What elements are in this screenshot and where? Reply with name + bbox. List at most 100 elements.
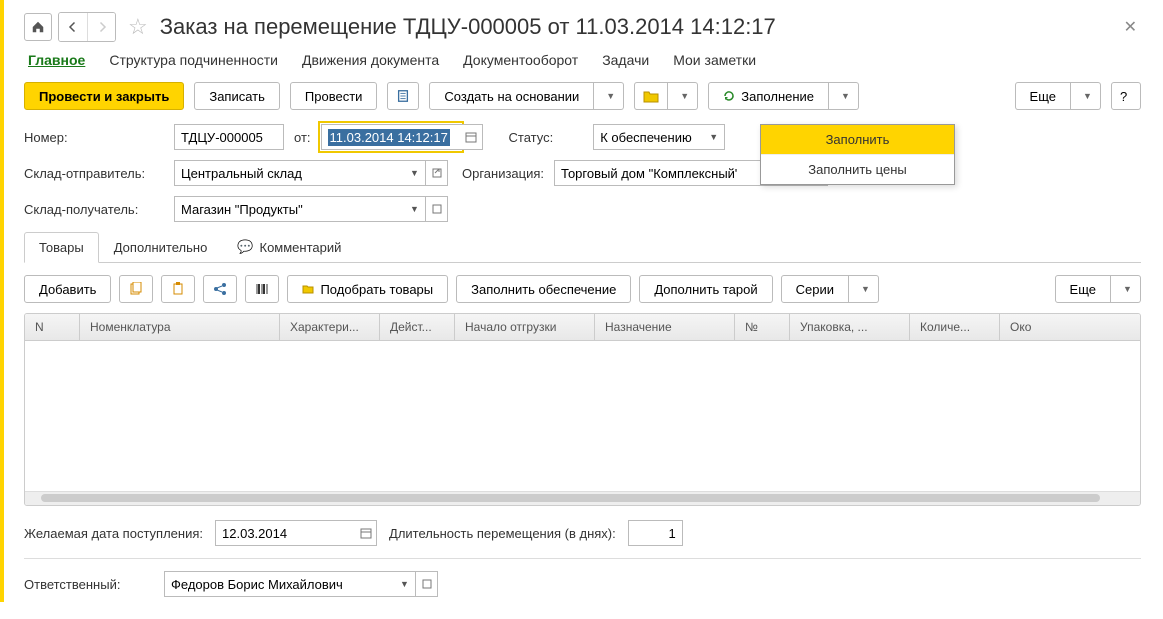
close-button[interactable]: ✕ — [1120, 13, 1141, 41]
subtab-goods-label: Товары — [39, 240, 84, 255]
add-tare-button[interactable]: Дополнить тарой — [639, 275, 772, 303]
create-based-dropdown[interactable]: ▼ — [594, 82, 624, 110]
responsible-dropdown[interactable]: ▼ — [394, 571, 416, 597]
share-button[interactable] — [203, 275, 237, 303]
back-button[interactable] — [59, 13, 87, 41]
sender-label: Склад-отправитель: — [24, 166, 164, 181]
post-button[interactable]: Провести — [290, 82, 378, 110]
forward-button[interactable] — [87, 13, 115, 41]
add-row-button[interactable]: Добавить — [24, 275, 111, 303]
desired-date-field[interactable] — [215, 520, 355, 546]
sender-input[interactable] — [181, 161, 357, 185]
scroll-thumb[interactable] — [41, 494, 1100, 502]
col-num[interactable]: № — [735, 314, 790, 340]
status-dropdown-button[interactable]: ▼ — [703, 124, 725, 150]
sender-dropdown[interactable]: ▼ — [404, 160, 426, 186]
post-and-close-button[interactable]: Провести и закрыть — [24, 82, 184, 110]
col-characteristic[interactable]: Характери... — [280, 314, 380, 340]
attach-dropdown[interactable]: ▼ — [668, 82, 698, 110]
subtab-additional[interactable]: Дополнительно — [99, 232, 223, 262]
subtab-comment[interactable]: 💬 Комментарий — [222, 232, 356, 262]
subtab-additional-label: Дополнительно — [114, 240, 208, 255]
date-field[interactable]: 11.03.2014 14:12:17 — [321, 124, 461, 150]
number-field[interactable] — [174, 124, 284, 150]
tab-notes[interactable]: Мои заметки — [673, 52, 756, 68]
create-based-button[interactable]: Создать на основании — [429, 82, 594, 110]
tab-workflow[interactable]: Документооборот — [463, 52, 578, 68]
copy-button[interactable] — [119, 275, 153, 303]
open-icon — [432, 204, 442, 214]
open-icon — [422, 579, 432, 589]
status-field[interactable] — [593, 124, 703, 150]
document-title: Заказ на перемещение ТДЦУ-000005 от 11.0… — [160, 14, 776, 40]
status-label: Статус: — [509, 130, 554, 145]
col-packaging[interactable]: Упаковка, ... — [790, 314, 910, 340]
duration-label: Длительность перемещения (в днях): — [389, 526, 616, 541]
tab-hierarchy[interactable]: Структура подчиненности — [109, 52, 278, 68]
calendar-icon — [465, 131, 477, 143]
sub-more-dropdown[interactable]: ▼ — [1111, 275, 1141, 303]
write-button[interactable]: Записать — [194, 82, 280, 110]
receiver-open[interactable] — [426, 196, 448, 222]
table-body-empty[interactable] — [25, 341, 1140, 491]
col-nomenclature[interactable]: Номенклатура — [80, 314, 280, 340]
tab-tasks[interactable]: Задачи — [602, 52, 649, 68]
col-n[interactable]: N — [25, 314, 80, 340]
barcode-button[interactable] — [245, 275, 279, 303]
arrow-right-icon — [96, 21, 108, 33]
calendar-icon — [360, 527, 372, 539]
receiver-dropdown[interactable]: ▼ — [404, 196, 426, 222]
menu-fill-prices[interactable]: Заполнить цены — [761, 154, 954, 184]
responsible-field[interactable] — [164, 571, 394, 597]
col-designation[interactable]: Назначение — [595, 314, 735, 340]
col-action[interactable]: Дейст... — [380, 314, 455, 340]
favorite-star-icon[interactable]: ☆ — [128, 14, 148, 40]
desired-calendar-button[interactable] — [355, 520, 377, 546]
org-input[interactable] — [561, 161, 737, 185]
sender-open[interactable] — [426, 160, 448, 186]
calendar-button[interactable] — [461, 124, 483, 150]
col-ship-start[interactable]: Начало отгрузки — [455, 314, 595, 340]
help-button[interactable]: ? — [1111, 82, 1141, 110]
more-dropdown[interactable]: ▼ — [1071, 82, 1101, 110]
report-icon — [396, 89, 410, 103]
status-input[interactable] — [600, 125, 776, 149]
series-dropdown[interactable]: ▼ — [849, 275, 879, 303]
responsible-input[interactable] — [171, 572, 347, 596]
attach-button[interactable] — [634, 82, 668, 110]
open-icon — [432, 168, 442, 178]
receiver-field[interactable] — [174, 196, 404, 222]
responsible-open[interactable] — [416, 571, 438, 597]
pick-goods-button[interactable]: Подобрать товары — [287, 275, 448, 303]
menu-fill[interactable]: Заполнить — [761, 125, 954, 154]
filling-label: Заполнение — [741, 89, 814, 104]
paste-icon — [171, 282, 185, 296]
org-field[interactable] — [554, 160, 784, 186]
from-label: от: — [294, 130, 311, 145]
home-icon — [31, 20, 45, 34]
subtab-goods[interactable]: Товары — [24, 232, 99, 263]
fill-supply-button[interactable]: Заполнить обеспечение — [456, 275, 631, 303]
org-label: Организация: — [462, 166, 544, 181]
duration-input[interactable] — [635, 521, 676, 545]
series-button[interactable]: Серии — [781, 275, 849, 303]
filling-dropdown[interactable]: ▼ — [829, 82, 859, 110]
barcode-icon — [255, 282, 269, 296]
col-quantity[interactable]: Количе... — [910, 314, 1000, 340]
sub-more-button[interactable]: Еще — [1055, 275, 1111, 303]
sender-field[interactable] — [174, 160, 404, 186]
tab-main[interactable]: Главное — [28, 52, 85, 68]
home-button[interactable] — [24, 13, 52, 41]
paste-button[interactable] — [161, 275, 195, 303]
receiver-label: Склад-получатель: — [24, 202, 164, 217]
more-button[interactable]: Еще — [1015, 82, 1071, 110]
horizontal-scrollbar[interactable] — [25, 491, 1140, 505]
tab-movements[interactable]: Движения документа — [302, 52, 439, 68]
receiver-input[interactable] — [181, 197, 357, 221]
report-button[interactable] — [387, 82, 419, 110]
duration-field[interactable] — [628, 520, 683, 546]
copy-icon — [129, 282, 143, 296]
filling-button[interactable]: Заполнение — [708, 82, 829, 110]
desired-date-label: Желаемая дата поступления: — [24, 526, 203, 541]
col-rest[interactable]: Око — [1000, 314, 1140, 340]
